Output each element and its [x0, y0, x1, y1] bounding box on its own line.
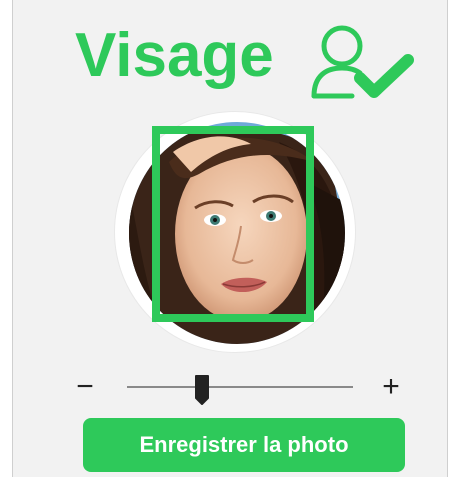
- zoom-slider-thumb[interactable]: [194, 374, 210, 406]
- zoom-in-button[interactable]: +: [379, 372, 403, 402]
- face-detection-frame: [152, 126, 314, 322]
- zoom-out-button[interactable]: −: [73, 372, 97, 402]
- header: Visage: [13, 18, 449, 99]
- user-check-icon: [311, 25, 414, 99]
- zoom-slider-track[interactable]: [127, 386, 353, 388]
- page-title: Visage: [75, 21, 274, 90]
- app-frame: Visage − + Enregistrer la photo: [12, 0, 448, 477]
- save-photo-button[interactable]: Enregistrer la photo: [83, 418, 405, 472]
- zoom-control: − +: [73, 372, 403, 406]
